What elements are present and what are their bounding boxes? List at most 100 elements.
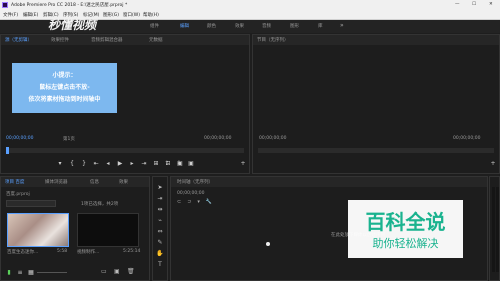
workspace-tab-libraries[interactable]: 库	[318, 23, 323, 29]
tab-audio-clip-mixer[interactable]: 音频剪辑混合器	[91, 37, 123, 43]
program-timecode-current[interactable]: 00;00;00;00	[259, 136, 286, 141]
tab-metadata[interactable]: 元数据	[149, 37, 163, 43]
source-monitor-panel: 源（无剪辑） 效果控件 音频剪辑混合器 元数据 小提示： 鼠标左键点击不放- 依…	[0, 34, 250, 174]
tip-line-1: 鼠标左键点击不放-	[39, 84, 90, 91]
workspace-tab-editing[interactable]: 编辑	[180, 23, 189, 29]
minimize-button[interactable]: —	[455, 2, 460, 7]
tab-effect-controls[interactable]: 效果控件	[51, 37, 69, 43]
title-bar: Adobe Premiere Pro CC 2018 - E:\迷之民店屋.pr…	[0, 0, 500, 10]
go-to-out-icon[interactable]: ⇥	[140, 159, 148, 167]
tab-program[interactable]: 节目（无序列）	[257, 37, 289, 43]
project-tab-row: 项目 百度 媒体浏览器 信息 效果	[1, 177, 149, 187]
close-button[interactable]: ✕	[489, 2, 493, 7]
brand-subtitle: 助你轻松解决	[372, 237, 439, 250]
step-forward-icon[interactable]: ▸	[128, 159, 136, 167]
workspace-tab-graphics[interactable]: 图形	[290, 23, 299, 29]
watermark-logo: 秒懂视频	[48, 18, 97, 32]
mark-in-bracket-icon[interactable]: {	[68, 159, 76, 167]
tab-info[interactable]: 信息	[90, 179, 99, 185]
program-tab-row: 节目（无序列）	[253, 35, 499, 45]
project-bottom-bar: ▮ ≡ ▦ ▭ ▣ 🗑	[1, 265, 149, 280]
linked-selection-icon[interactable]: ⊃	[187, 199, 191, 205]
project-name: 百度.prproj	[6, 192, 30, 197]
clip-thumbnail-2[interactable]	[77, 213, 139, 247]
chevron-right-icon[interactable]: »	[340, 22, 344, 29]
clip-2-duration: 5:25:14	[123, 249, 141, 254]
selection-count: 1项已选择，共2项	[81, 202, 119, 207]
workspace-tab-audio[interactable]: 音频	[262, 23, 271, 29]
hand-tool-icon[interactable]: ✋	[156, 249, 164, 258]
timeline-tool-icons: ⊂ ⊃ ▾ 🔧	[177, 199, 212, 205]
workspace-bar: 秒懂视频 组件 编辑 颜色 效果 音频 图形 库 »	[0, 18, 500, 33]
menu-window[interactable]: 窗口(W)	[123, 12, 140, 18]
workspace-tab-effects[interactable]: 效果	[235, 23, 244, 29]
menu-file[interactable]: 文件(F)	[3, 12, 18, 18]
tab-effects[interactable]: 效果	[119, 179, 128, 185]
audio-meter-right	[496, 187, 499, 272]
menu-edit[interactable]: 编辑(E)	[23, 12, 38, 18]
mark-in-icon[interactable]: ▾	[56, 159, 64, 167]
lock-icon[interactable]: ▮	[5, 269, 13, 277]
tip-line-2: 依次将素材拖动到时间轴中	[28, 96, 101, 103]
app-icon	[2, 2, 8, 8]
razor-tool-icon[interactable]: ⌁	[156, 216, 164, 225]
clip-thumbnail-1[interactable]	[7, 213, 69, 247]
pen-tool-icon[interactable]: ✎	[156, 238, 164, 247]
program-scrubber[interactable]	[258, 148, 494, 153]
playhead[interactable]	[6, 147, 9, 154]
timeline-timecode[interactable]: 00;00;00;00	[177, 191, 204, 196]
source-zoom-select[interactable]: 第1页	[63, 136, 75, 142]
project-search-input[interactable]	[6, 200, 56, 207]
maximize-button[interactable]: ☐	[472, 2, 476, 7]
mark-out-bracket-icon[interactable]: }	[80, 159, 88, 167]
slip-tool-icon[interactable]: ⇔	[156, 227, 164, 236]
brand-title: 百科全说	[365, 210, 446, 234]
step-back-icon[interactable]: ◂	[104, 159, 112, 167]
tab-timeline[interactable]: 时间轴（无序列）	[177, 179, 213, 185]
lift-icon[interactable]: ⇪	[163, 159, 171, 167]
program-camera-icon[interactable]: ▣	[187, 159, 195, 167]
new-bin-icon[interactable]: ▭	[101, 268, 107, 275]
program-add-icon[interactable]: +	[489, 159, 497, 167]
insert-icon[interactable]: ⊞	[152, 159, 160, 167]
extract-icon[interactable]: ⇩	[175, 159, 183, 167]
play-icon[interactable]: ▶	[116, 159, 124, 167]
audio-meters-panel	[489, 176, 500, 281]
source-timecode-duration: 00;00;00;00	[204, 136, 232, 141]
menu-graphics[interactable]: 图形(G)	[103, 12, 119, 18]
zoom-slider[interactable]	[37, 272, 67, 273]
type-tool-icon[interactable]: T	[156, 260, 164, 269]
new-item-icon[interactable]: ▣	[114, 268, 120, 275]
icon-view-icon[interactable]: ▦	[27, 269, 35, 277]
workspace-tab-assembly[interactable]: 组件	[150, 23, 159, 29]
ripple-edit-tool-icon[interactable]: ⇹	[156, 205, 164, 214]
project-panel: 项目 百度 媒体浏览器 信息 效果 百度.prproj 1项已选择，共2项 百度…	[0, 176, 150, 281]
program-timecode-duration: 00;00;00;00	[453, 136, 481, 141]
track-select-tool-icon[interactable]: ⇥	[156, 194, 164, 203]
tip-box: 小提示： 鼠标左键点击不放- 依次将素材拖动到时间轴中	[12, 63, 117, 113]
source-scrubber[interactable]	[6, 147, 244, 154]
menu-help[interactable]: 帮助(H)	[143, 12, 159, 18]
trash-icon[interactable]: 🗑	[127, 268, 135, 275]
tools-panel: ➤ ⇥ ⇹ ⌁ ⇔ ✎ ✋ T	[152, 176, 168, 281]
workspace-tab-color[interactable]: 颜色	[207, 23, 216, 29]
list-view-icon[interactable]: ≡	[16, 269, 24, 277]
source-timecode-current[interactable]: 00;00;00;00	[6, 136, 33, 141]
tip-title: 小提示：	[52, 72, 77, 79]
clip-1-duration: 5:58	[57, 249, 68, 254]
add-button-icon[interactable]: +	[239, 159, 247, 167]
audio-meter-left	[492, 187, 495, 272]
go-to-in-icon[interactable]: ⇤	[92, 159, 100, 167]
timeline-settings-icon[interactable]: 🔧	[206, 199, 212, 205]
add-marker-icon[interactable]: ▾	[197, 199, 200, 205]
snap-icon[interactable]: ⊂	[177, 199, 181, 205]
timeline-tab-row: 时间轴（无序列）	[171, 177, 487, 187]
clip-1-name: 百度生态迷你...	[7, 250, 39, 255]
brand-watermark: 百科全说 助你轻松解决	[348, 200, 463, 258]
tab-source[interactable]: 源（无剪辑）	[5, 37, 32, 43]
tab-media-browser[interactable]: 媒体浏览器	[45, 179, 68, 185]
source-tab-row: 源（无剪辑） 效果控件 音频剪辑混合器 元数据	[1, 35, 249, 45]
selection-tool-icon[interactable]: ➤	[156, 183, 164, 192]
tab-project[interactable]: 项目 百度	[5, 179, 24, 185]
program-monitor-panel: 节目（无序列） 00;00;00;00 00;00;00;00 ⇪ ⇩ ▣ +	[164, 34, 500, 174]
